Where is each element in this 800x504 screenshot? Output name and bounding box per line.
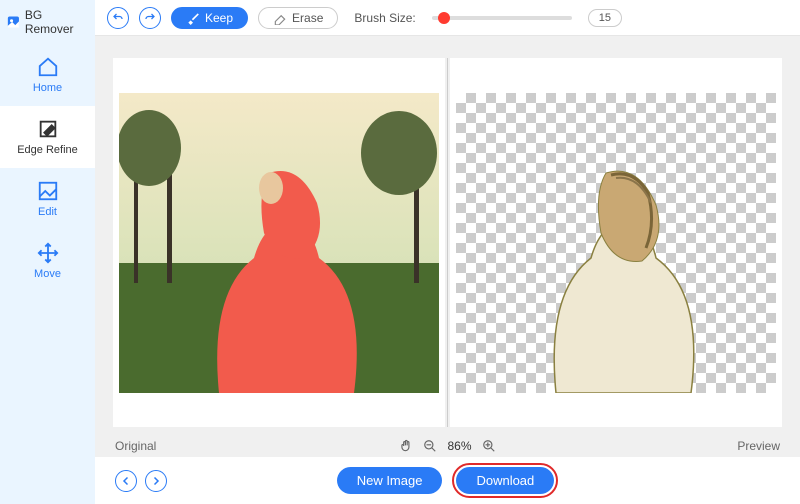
download-button[interactable]: Download: [456, 467, 554, 494]
preview-image-subject: [456, 93, 776, 393]
preview-label: Preview: [660, 439, 780, 453]
app-logo-row: BG Remover: [0, 0, 95, 44]
undo-button[interactable]: [107, 7, 129, 29]
keep-label: Keep: [205, 11, 233, 25]
sidebar-item-edit[interactable]: Edit: [0, 168, 95, 230]
move-icon: [37, 242, 59, 264]
sidebar-item-home[interactable]: Home: [0, 44, 95, 106]
brush-size-label: Brush Size:: [354, 11, 415, 25]
zoom-in-icon[interactable]: [482, 439, 496, 453]
sidebar-item-label: Move: [34, 268, 61, 280]
preview-panel: [450, 58, 782, 427]
edge-refine-icon: [37, 118, 59, 140]
panel-divider: [447, 58, 448, 427]
sidebar-item-edge-refine[interactable]: Edge Refine: [0, 106, 95, 168]
edit-icon: [37, 180, 59, 202]
chevron-left-icon: [120, 475, 132, 487]
keep-button[interactable]: Keep: [171, 7, 248, 29]
redo-icon: [144, 12, 156, 24]
original-panel: [113, 58, 445, 427]
preview-image-background: [456, 93, 776, 393]
app-logo-icon: [6, 14, 21, 30]
pan-hand-icon[interactable]: [399, 439, 413, 453]
bottom-row: New Image Download: [95, 457, 800, 504]
brush-size-value: 15: [588, 9, 622, 27]
original-image: [119, 93, 439, 393]
status-row: Original 86% Preview: [95, 435, 800, 457]
zoom-out-icon[interactable]: [423, 439, 437, 453]
home-icon: [37, 56, 59, 78]
brush-keep-icon: [186, 11, 200, 25]
toolbar: Keep Erase Brush Size: 15: [95, 0, 800, 36]
sidebar-item-label: Edit: [38, 206, 57, 218]
brush-size-slider[interactable]: [432, 16, 572, 20]
app-title: BG Remover: [25, 8, 89, 36]
sidebar-item-label: Edge Refine: [17, 144, 78, 156]
prev-image-button[interactable]: [115, 470, 137, 492]
zoom-value: 86%: [447, 439, 471, 453]
erase-label: Erase: [292, 11, 323, 25]
sidebar-item-move[interactable]: Move: [0, 230, 95, 292]
new-image-button[interactable]: New Image: [337, 467, 443, 494]
redo-button[interactable]: [139, 7, 161, 29]
slider-handle[interactable]: [438, 12, 450, 24]
sidebar: BG Remover Home Edge Refine Edit Move: [0, 0, 95, 504]
canvas-area: [95, 36, 800, 435]
sidebar-item-label: Home: [33, 82, 62, 94]
erase-button[interactable]: Erase: [258, 7, 338, 29]
original-label: Original: [115, 439, 235, 453]
next-image-button[interactable]: [145, 470, 167, 492]
chevron-right-icon: [150, 475, 162, 487]
eraser-icon: [273, 11, 287, 25]
undo-icon: [112, 12, 124, 24]
